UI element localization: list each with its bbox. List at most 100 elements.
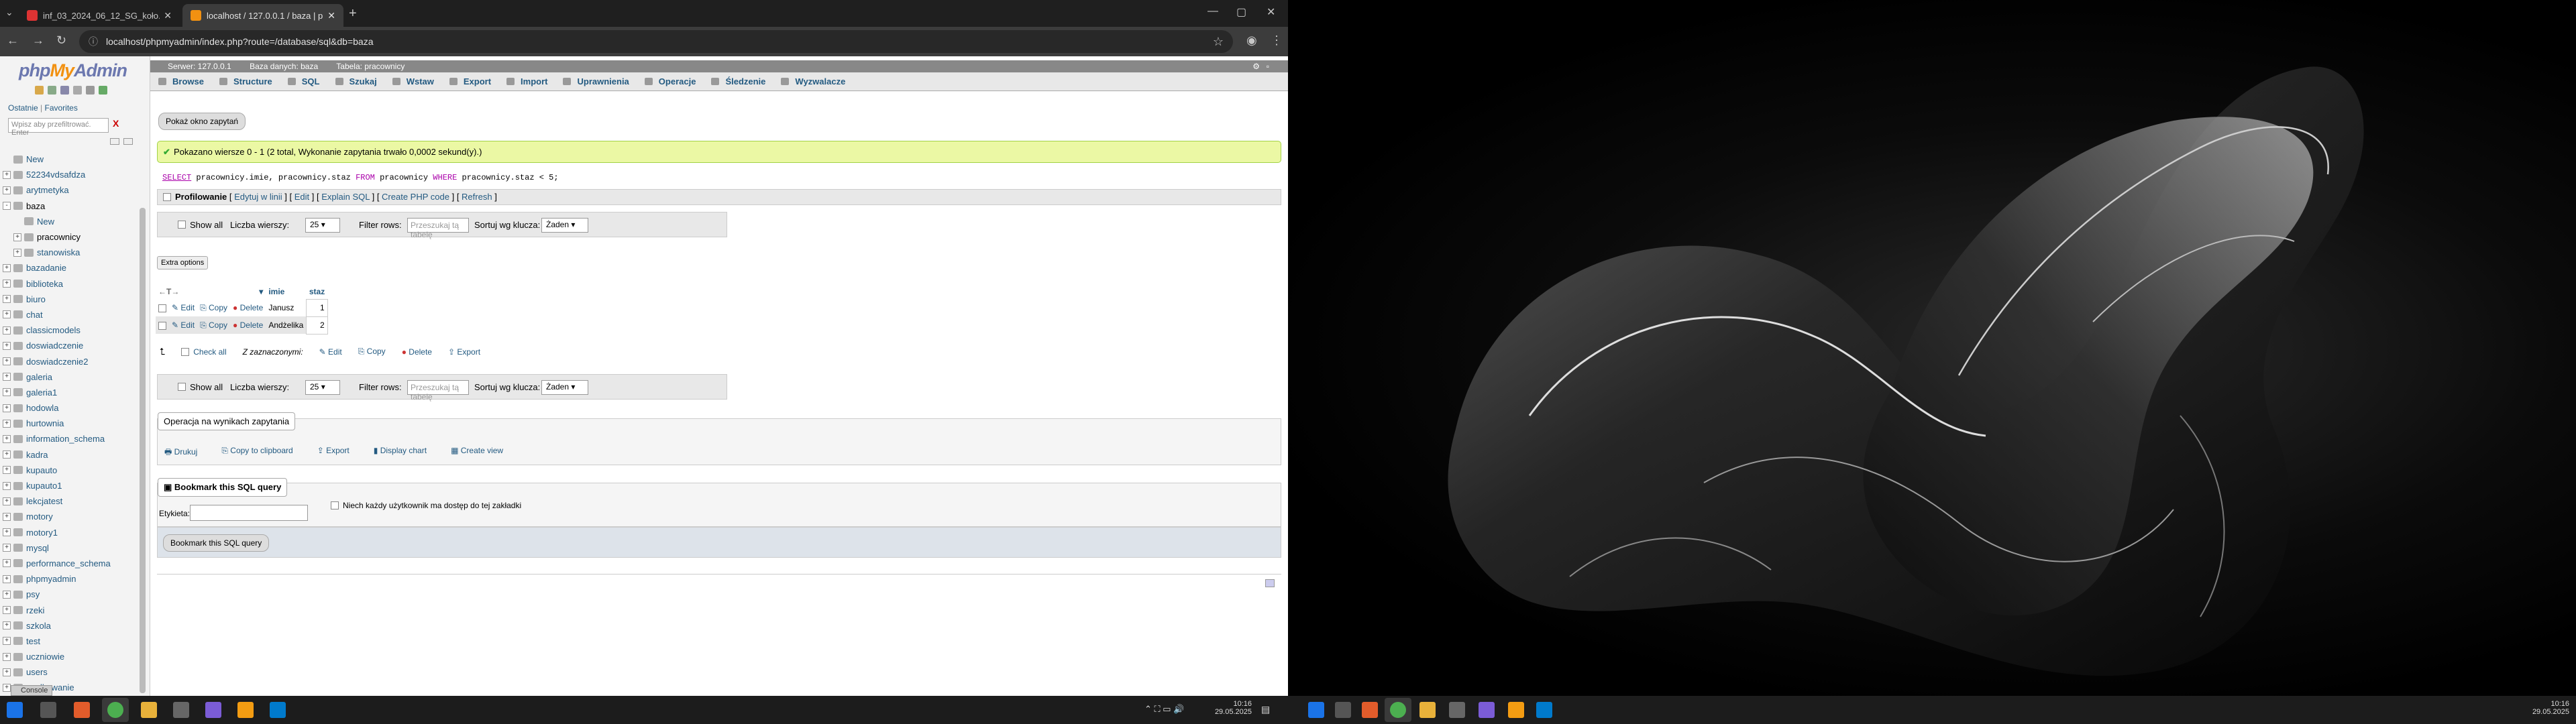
- breadcrumb-server[interactable]: Serwer: 127.0.0.1: [168, 62, 231, 71]
- reload-nav-icon[interactable]: [99, 86, 107, 95]
- close-tab-icon[interactable]: ✕: [327, 10, 335, 21]
- show-query-window-button[interactable]: Pokaż okno zapytań: [158, 113, 246, 130]
- column-arrows[interactable]: ←T→: [156, 284, 230, 299]
- display-chart-link[interactable]: ▮ Display chart: [374, 446, 427, 460]
- clear-filter-button[interactable]: X: [113, 118, 119, 129]
- clock-left[interactable]: 10:16 29.05.2025: [1212, 700, 1252, 716]
- tab-śledzenie[interactable]: Śledzenie: [711, 76, 765, 86]
- menu-icon[interactable]: ⋮: [1271, 34, 1283, 48]
- row-checkbox[interactable]: [158, 304, 166, 312]
- print-view-icon[interactable]: [1265, 579, 1275, 587]
- sidebar-db-item[interactable]: + doswiadczenie2: [3, 353, 141, 369]
- tab-wstaw[interactable]: Wstaw: [392, 76, 434, 86]
- refresh-link[interactable]: Refresh: [462, 192, 492, 202]
- sidebar-db-item[interactable]: + psy: [3, 587, 141, 602]
- tab-wyzwalacze[interactable]: Wyzwalacze: [781, 76, 845, 86]
- bulk-copy-button[interactable]: ⎘ Copy: [358, 347, 386, 357]
- sidebar-db-item[interactable]: + kupauto: [3, 463, 141, 478]
- expand-collapse-icon[interactable]: +: [3, 280, 11, 288]
- expand-collapse-icon[interactable]: +: [3, 373, 11, 381]
- expand-collapse-icon[interactable]: +: [3, 295, 11, 304]
- help-icon[interactable]: [60, 86, 69, 95]
- sidebar-db-item[interactable]: New: [3, 152, 141, 167]
- sidebar-db-item[interactable]: + szkola: [3, 618, 141, 634]
- expand-collapse-icon[interactable]: +: [13, 248, 21, 257]
- check-all-checkbox[interactable]: [181, 347, 190, 356]
- row-edit-button[interactable]: ✎ Edit: [172, 320, 195, 330]
- inline-edit-link[interactable]: Edytuj w linii: [234, 192, 282, 202]
- export-results-link[interactable]: ⇪ Export: [317, 446, 350, 460]
- expand-collapse-icon[interactable]: +: [3, 528, 11, 537]
- collapse-all-button[interactable]: [110, 138, 119, 145]
- extra-options-button[interactable]: Extra options: [157, 256, 209, 269]
- sidebar-db-item[interactable]: + pracownicy: [3, 229, 141, 245]
- system-tray-icons[interactable]: ⌃ ⛶ ▭ 🔊: [1144, 704, 1184, 715]
- explain-sql-link[interactable]: Explain SQL: [321, 192, 370, 202]
- app-icon[interactable]: [1479, 702, 1495, 718]
- profiling-checkbox[interactable]: [163, 193, 171, 201]
- sidebar-db-item[interactable]: + arytmetyka: [3, 182, 141, 198]
- sidebar-db-item[interactable]: + kupauto1: [3, 478, 141, 493]
- expand-collapse-icon[interactable]: +: [3, 466, 11, 475]
- row-checkbox[interactable]: [158, 321, 166, 330]
- tab-sql[interactable]: SQL: [287, 76, 320, 86]
- row-copy-button[interactable]: ⎘ Copy: [200, 303, 227, 312]
- chrome-icon[interactable]: [107, 702, 123, 718]
- bulk-edit-button[interactable]: ✎ Edit: [319, 347, 342, 357]
- settings-icon[interactable]: [86, 86, 95, 95]
- site-info-icon[interactable]: ⓘ: [89, 30, 98, 53]
- collapse-icon[interactable]: ▫: [1267, 60, 1269, 72]
- column-header-staz[interactable]: staz: [307, 284, 327, 299]
- tab-export[interactable]: Export: [449, 76, 491, 86]
- expand-collapse-icon[interactable]: +: [3, 652, 11, 661]
- expand-collapse-icon[interactable]: +: [3, 326, 11, 335]
- expand-collapse-icon[interactable]: +: [3, 590, 11, 599]
- sidebar-db-item[interactable]: +52234vdsafdza: [3, 167, 141, 182]
- show-all-checkbox[interactable]: [178, 221, 186, 229]
- page-settings-icon[interactable]: ⚙: [1252, 60, 1260, 72]
- bookmark-query-button[interactable]: Bookmark this SQL query: [163, 534, 270, 552]
- rows-per-page-select-bottom[interactable]: 25 ▾: [305, 380, 340, 395]
- docs-icon[interactable]: [73, 86, 82, 95]
- sidebar-db-item[interactable]: + test: [3, 634, 141, 649]
- sort-by-key-select-bottom[interactable]: Żaden ▾: [541, 380, 588, 395]
- phpmyadmin-logo[interactable]: phpMyAdmin: [19, 60, 127, 81]
- tab-structure[interactable]: Structure: [219, 76, 272, 86]
- minimize-button[interactable]: —: [1208, 5, 1218, 17]
- sidebar-db-item[interactable]: + users: [3, 664, 141, 680]
- nav-scrollbar[interactable]: [140, 208, 146, 693]
- sidebar-db-item[interactable]: + phpmyadmin: [3, 571, 141, 587]
- expand-collapse-icon[interactable]: +: [3, 388, 11, 397]
- sort-by-key-select[interactable]: Żaden ▾: [541, 218, 588, 233]
- clock-right[interactable]: 10:16 29.05.2025: [2522, 700, 2569, 716]
- database-filter-input[interactable]: Wpisz aby przefiltrować. Enter: [8, 118, 109, 137]
- expand-collapse-icon[interactable]: +: [3, 559, 11, 568]
- bulk-delete-button[interactable]: ● Delete: [402, 347, 432, 357]
- expand-collapse-icon[interactable]: +: [3, 637, 11, 646]
- sidebar-db-item[interactable]: + rzeki: [3, 602, 141, 617]
- address-bar[interactable]: ⓘ localhost/phpmyadmin/index.php?route=/…: [79, 30, 1233, 53]
- edit-link[interactable]: Edit: [294, 192, 309, 202]
- sidebar-db-item[interactable]: + galeria1: [3, 385, 141, 400]
- row-delete-button[interactable]: ● Delete: [233, 320, 263, 330]
- expand-collapse-icon[interactable]: -: [3, 202, 11, 210]
- sidebar-db-item[interactable]: + bazadanie: [3, 260, 141, 276]
- expand-collapse-icon[interactable]: +: [3, 357, 11, 366]
- rows-per-page-select[interactable]: 25 ▾: [305, 218, 340, 233]
- tab-browse[interactable]: Browse: [158, 76, 204, 86]
- search-icon[interactable]: [40, 702, 56, 718]
- cell-staz[interactable]: 1: [306, 298, 328, 317]
- xampp-icon[interactable]: [237, 702, 254, 718]
- sidebar-db-item[interactable]: + biblioteka: [3, 276, 141, 292]
- sidebar-db-item[interactable]: + hurtownia: [3, 416, 141, 431]
- sidebar-db-item[interactable]: + mysql: [3, 540, 141, 556]
- sidebar-db-item[interactable]: + chat: [3, 307, 141, 322]
- sidebar-db-item[interactable]: + hodowla: [3, 400, 141, 416]
- expand-collapse-icon[interactable]: +: [3, 170, 11, 179]
- xampp-icon[interactable]: [1508, 702, 1524, 718]
- row-copy-button[interactable]: ⎘ Copy: [200, 320, 227, 330]
- expand-collapse-icon[interactable]: +: [3, 497, 11, 505]
- vscode-icon[interactable]: [1536, 702, 1552, 718]
- profile-icon[interactable]: ◉: [1246, 34, 1257, 48]
- brave-browser-icon[interactable]: [74, 702, 90, 718]
